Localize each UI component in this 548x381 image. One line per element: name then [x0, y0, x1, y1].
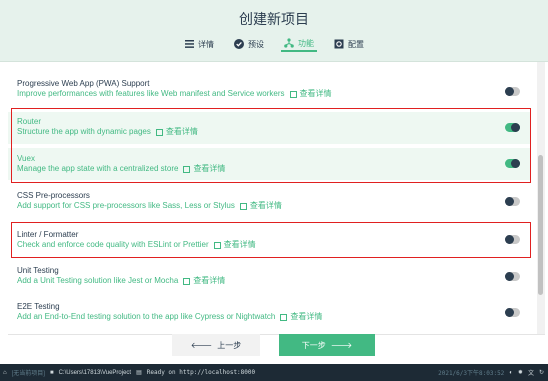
- scrollbar[interactable]: [537, 62, 545, 334]
- feature-name: Router: [17, 117, 42, 126]
- toggle-knob: [505, 197, 514, 206]
- tab-details[interactable]: 详情: [181, 36, 217, 52]
- feature-css-preprocessors[interactable]: CSS Pre-processors Add support for CSS p…: [8, 188, 530, 216]
- toggle-knob: [505, 87, 514, 96]
- external-link-icon: [183, 165, 191, 173]
- toggle-knob: [505, 235, 514, 244]
- tab-config-label: 配置: [348, 39, 364, 49]
- tab-features-label: 功能: [298, 38, 314, 48]
- theme-icon[interactable]: ◐: [509, 370, 513, 376]
- date-time: 2021/6/3下午8:03:52: [438, 370, 505, 377]
- translate-icon[interactable]: 文: [528, 368, 534, 377]
- feature-desc: Check and enforce code quality with ESLi…: [17, 240, 256, 250]
- list-icon: [184, 39, 194, 49]
- feature-name: Linter / Formatter: [17, 230, 79, 239]
- toggle-knob: [505, 272, 514, 281]
- status-bar-right: 2021/6/3下午8:03:52 ◐ ✹ 文 ↻: [438, 364, 544, 381]
- feature-name: CSS Pre-processors: [17, 191, 90, 200]
- more-link[interactable]: 查看详情: [193, 276, 225, 286]
- tab-bar: 详情 预设 功能 配置: [0, 36, 548, 52]
- check-circle-icon: [234, 39, 244, 49]
- toggle-linter[interactable]: [505, 235, 520, 244]
- page-title: 创建新项目: [239, 11, 309, 27]
- toggle-knob: [511, 123, 520, 132]
- feature-e2e-testing[interactable]: E2E Testing Add an End-to-End testing so…: [8, 299, 530, 327]
- gear-icon[interactable]: ✹: [518, 369, 523, 376]
- feature-desc: Manage the app state with a centralized …: [17, 164, 226, 174]
- more-link[interactable]: 查看详情: [300, 89, 332, 99]
- external-link-icon: [155, 128, 163, 136]
- next-button[interactable]: 下一步 🡒: [279, 334, 375, 356]
- scrollbar-thumb[interactable]: [538, 155, 543, 295]
- status-bar: ⌂ [无当前项目] ■ C:\Users\17813\VueProject ▤ …: [0, 364, 548, 381]
- feature-name: Vuex: [17, 154, 35, 163]
- external-link-icon: [239, 202, 247, 210]
- tab-presets-label: 预设: [248, 39, 264, 49]
- feature-desc: Improve performances with features like …: [17, 89, 332, 99]
- more-link[interactable]: 查看详情: [290, 312, 322, 322]
- toggle-router[interactable]: [505, 123, 520, 132]
- console-icon[interactable]: ▤: [136, 369, 142, 376]
- toggle-pwa[interactable]: [505, 87, 520, 96]
- refresh-icon[interactable]: ↻: [539, 369, 544, 376]
- feature-desc: Add support for CSS pre-processors like …: [17, 201, 282, 211]
- toggle-unit-testing[interactable]: [505, 272, 520, 281]
- branch-icon: [284, 38, 294, 48]
- next-label: 下一步: [301, 340, 326, 350]
- external-link-icon: [183, 277, 191, 285]
- server-status[interactable]: Ready on http://localhost:8000: [147, 369, 255, 376]
- toggle-knob: [511, 159, 520, 168]
- feature-desc: Add an End-to-End testing solution to th…: [17, 312, 323, 322]
- toggle-css-preprocessors[interactable]: [505, 197, 520, 206]
- external-link-icon: [289, 90, 297, 98]
- external-link-icon: [280, 313, 288, 321]
- feature-pwa[interactable]: Progressive Web App (PWA) Support Improv…: [8, 79, 530, 105]
- arrow-right-icon: 🡒: [330, 341, 353, 350]
- feature-linter[interactable]: Linter / Formatter Check and enforce cod…: [8, 226, 530, 256]
- previous-label: 上一步: [217, 340, 242, 350]
- home-icon[interactable]: ⌂: [3, 370, 7, 376]
- feature-name: Progressive Web App (PWA) Support: [17, 79, 150, 88]
- feature-router[interactable]: Router Structure the app with dynamic pa…: [8, 112, 530, 144]
- more-link[interactable]: 查看详情: [250, 201, 282, 211]
- tab-features[interactable]: 功能: [281, 36, 317, 52]
- previous-button[interactable]: 🡐 上一步: [172, 334, 260, 356]
- feature-desc: Add a Unit Testing solution like Jest or…: [17, 276, 226, 286]
- external-link-icon: [213, 241, 221, 249]
- feature-desc: Structure the app with dynamic pages 查看详情: [17, 127, 198, 137]
- current-project[interactable]: [无当前项目]: [12, 368, 45, 377]
- footer-bar: [8, 334, 545, 364]
- toggle-knob: [505, 308, 514, 317]
- more-link[interactable]: 查看详情: [166, 127, 198, 137]
- more-link[interactable]: 查看详情: [193, 164, 225, 174]
- tab-presets[interactable]: 预设: [231, 36, 267, 52]
- toggle-vuex[interactable]: [505, 159, 520, 168]
- arrow-left-icon: 🡐: [190, 341, 213, 350]
- more-link[interactable]: 查看详情: [224, 240, 256, 250]
- feature-name: E2E Testing: [17, 302, 60, 311]
- feature-name: Unit Testing: [17, 266, 59, 275]
- tab-config[interactable]: 配置: [331, 36, 367, 52]
- settings-icon: [334, 39, 344, 49]
- feature-unit-testing[interactable]: Unit Testing Add a Unit Testing solution…: [8, 263, 530, 291]
- toggle-e2e-testing[interactable]: [505, 308, 520, 317]
- feature-vuex[interactable]: Vuex Manage the app state with a central…: [8, 148, 530, 180]
- tab-details-label: 详情: [198, 39, 214, 49]
- folder-icon: ■: [49, 369, 54, 376]
- project-path[interactable]: C:\Users\17813\VueProject: [59, 370, 131, 376]
